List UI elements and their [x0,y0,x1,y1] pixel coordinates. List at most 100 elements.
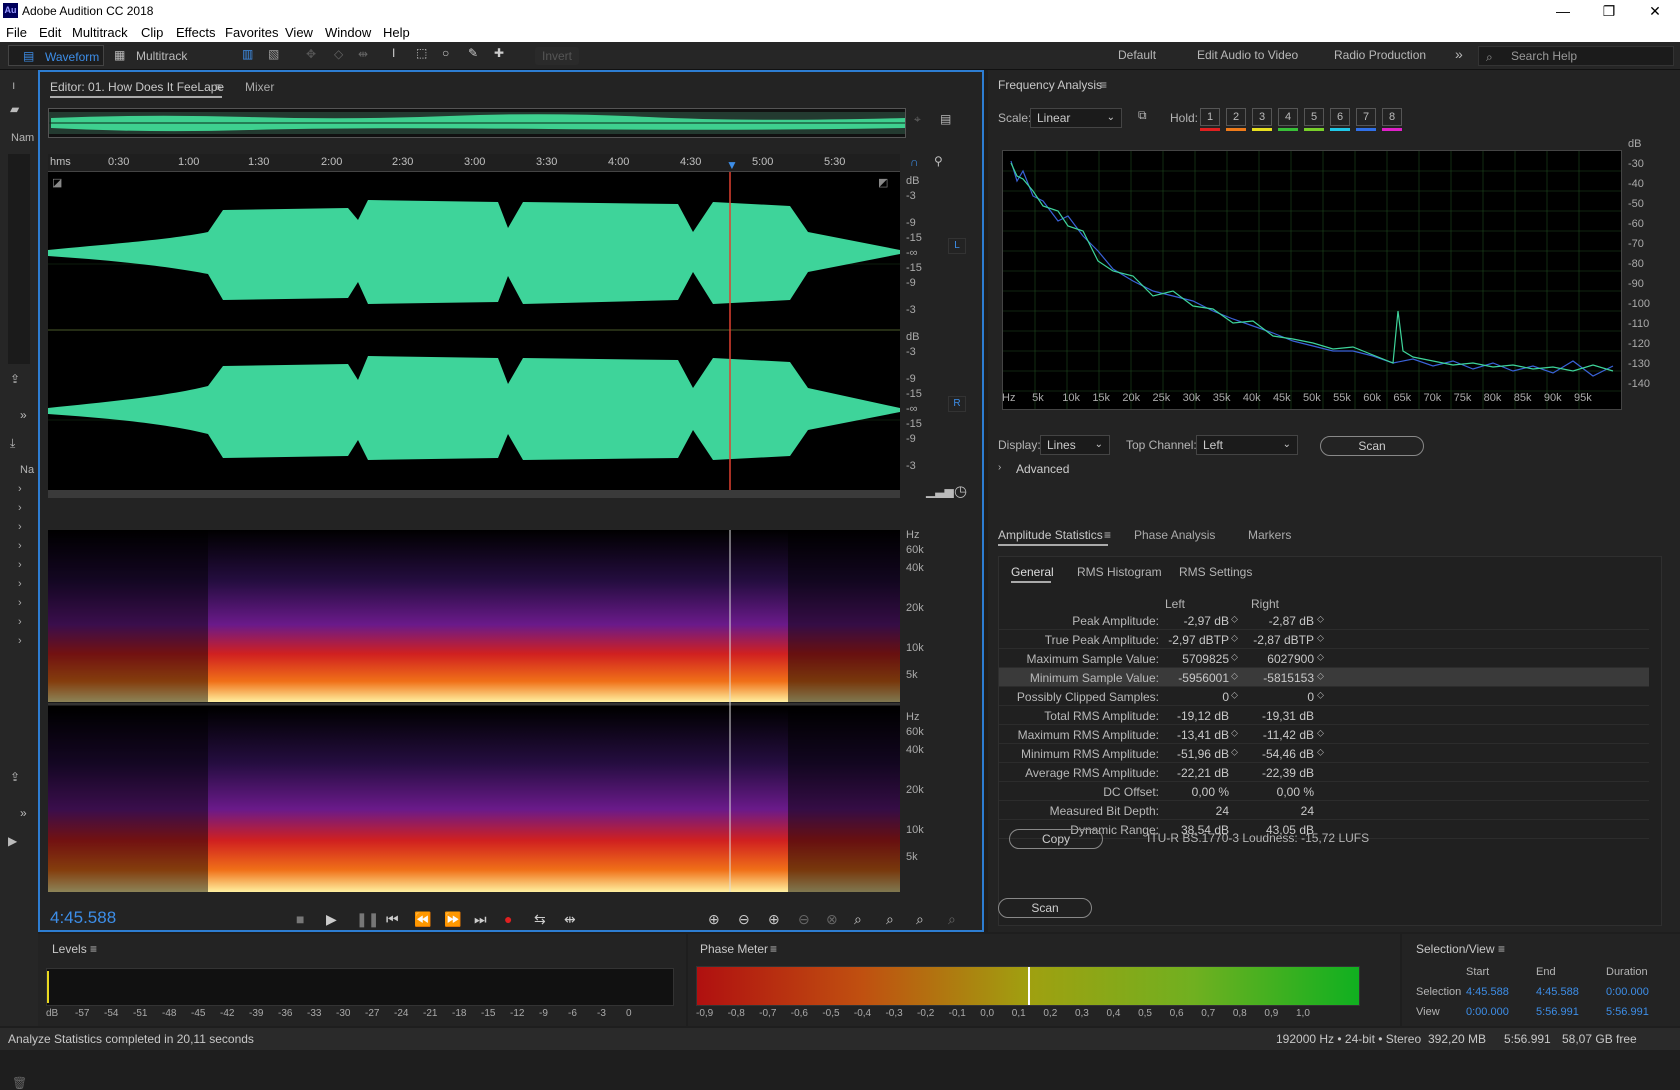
go-to-marker-icon[interactable]: ⬦ [1231,614,1238,625]
selview-menu-icon[interactable]: ≡ [1498,942,1505,956]
pause-icon[interactable]: ❚❚ [356,911,379,928]
tab-phase-analysis[interactable]: Phase Analysis [1134,528,1215,542]
zoom-out-point-icon[interactable]: ⌕ [886,911,894,928]
menu-help[interactable]: Help [383,25,410,40]
editor-tab[interactable]: Editor: 01. How Does It FeeLape [50,80,224,94]
go-to-marker-icon[interactable]: ⬦ [1317,614,1324,625]
top-channel-dropdown[interactable]: Left ⌄ [1196,435,1298,455]
effects-rack-arrows[interactable]: › › › › › › › › › [18,480,22,651]
go-to-marker-icon[interactable]: ⬦ [1317,690,1324,701]
frequency-scan-button[interactable]: Scan [1320,436,1424,456]
spectral-divider[interactable] [48,490,900,498]
display-dropdown[interactable]: Lines ⌄ [1040,435,1110,455]
frequency-menu-icon[interactable]: ≡ [1100,78,1107,92]
view-end[interactable]: 5:56.991 [1536,1006,1579,1018]
lasso-icon[interactable]: ○ [442,46,449,60]
workspace-default[interactable]: Default [1118,48,1156,62]
zoom-navigator-icon[interactable]: ⌖ [914,112,921,127]
frequency-graph[interactable] [1002,150,1622,410]
move-tool-icon[interactable]: ✥ [306,47,316,61]
next-icon[interactable]: ⏭ [474,911,487,928]
zoom-selection-icon[interactable]: ⌕ [916,911,924,928]
menu-effects[interactable]: Effects [176,25,216,40]
stat-row[interactable]: True Peak Amplitude: -2,97 dBTP -2,87 dBTP… [999,630,1649,649]
rewind-icon[interactable]: ⏪ [414,911,431,928]
menu-multitrack[interactable]: Multitrack [72,25,128,40]
zoom-out-amplitude-icon[interactable]: ⊖ [738,911,750,928]
expand-panel-icon[interactable]: » [20,408,27,422]
fade-in-handle-icon[interactable]: ◪ [52,176,62,189]
phase-menu-icon[interactable]: ≡ [770,942,777,956]
previous-icon[interactable]: ⏮ [386,911,399,928]
stat-row[interactable]: Maximum RMS Amplitude: -13,41 dB -11,42 dB… [999,725,1649,744]
menu-favorites[interactable]: Favorites [225,25,278,40]
razor-tool-icon[interactable]: ◇ [334,47,343,61]
go-to-marker-icon[interactable]: ⬦ [1231,690,1238,701]
selection-start[interactable]: 4:45.588 [1466,986,1509,998]
open-file-icon[interactable]: ▰ [10,102,19,116]
go-to-marker-icon[interactable]: ⬦ [1231,728,1238,739]
subtab-general[interactable]: General [1011,565,1054,579]
go-to-marker-icon[interactable]: ⬦ [1317,728,1324,739]
selection-duration[interactable]: 0:00.000 [1606,986,1649,998]
play-icon[interactable]: ▶ [326,911,337,928]
stat-row[interactable]: Measured Bit Depth: 24 24 [999,801,1649,820]
zoom-in-amplitude-icon[interactable]: ⊕ [708,911,720,928]
advanced-toggle[interactable]: Advanced [1016,462,1069,476]
overview-settings-icon[interactable]: ▤ [940,112,951,126]
spectral-display[interactable] [48,530,900,892]
stat-row[interactable]: Possibly Clipped Samples: 0 0 ⬦ ⬦ [999,687,1649,706]
go-to-marker-icon[interactable]: ⬦ [1231,747,1238,758]
skip-selection-icon[interactable]: ⇹ [564,911,576,928]
waveform-view-button[interactable]: ▤ Waveform [8,45,104,66]
snap-icon[interactable]: ∩ [910,155,919,169]
overview-waveform[interactable] [48,108,906,138]
view-duration[interactable]: 5:56.991 [1606,1006,1649,1018]
workspace-edit-audio-video[interactable]: Edit Audio to Video [1197,48,1298,62]
channel-right-toggle[interactable]: R [948,396,966,412]
hold-5-button[interactable]: 5 [1304,108,1324,126]
copy-button[interactable]: Copy [1009,829,1103,849]
mixer-tab[interactable]: Mixer [245,80,274,94]
hold-3-button[interactable]: 3 [1252,108,1272,126]
time-ruler[interactable]: hms 0:30 1:00 1:30 2:00 2:30 3:00 3:30 4… [48,154,900,172]
stat-row[interactable]: Minimum RMS Amplitude: -51,96 dB -54,46 dB… [999,744,1649,763]
trash-icon[interactable]: 🗑 [12,1076,27,1090]
stat-row[interactable]: Total RMS Amplitude: -19,12 dB -19,31 dB [999,706,1649,725]
brush-icon[interactable]: ✎ [468,46,478,60]
menu-view[interactable]: View [285,25,313,40]
go-to-marker-icon[interactable]: ⬦ [1231,671,1238,682]
go-to-marker-icon[interactable]: ⬦ [1231,652,1238,663]
go-to-marker-icon[interactable]: ⬦ [1317,633,1324,644]
selection-end[interactable]: 4:45.588 [1536,986,1579,998]
tab-markers[interactable]: Markers [1248,528,1291,542]
play-preview-icon[interactable]: ▶ [8,834,17,848]
minimize-button[interactable]: — [1540,0,1586,22]
subtab-rms-histogram[interactable]: RMS Histogram [1077,565,1162,579]
time-selection-icon[interactable]: I [392,46,395,60]
zoom-in-point-icon[interactable]: ⌕ [854,911,862,928]
linked-icon[interactable]: ⧉ [1138,108,1147,123]
hold-2-button[interactable]: 2 [1226,108,1246,126]
menu-file[interactable]: File [6,25,27,40]
invert-button[interactable]: Invert [535,47,579,65]
expand-panel-icon-2[interactable]: » [20,806,27,820]
spectral-pitch-icon[interactable]: ▧ [268,47,279,61]
menu-clip[interactable]: Clip [141,25,163,40]
zoom-in-time-icon[interactable]: ⊕ [768,911,780,928]
go-to-marker-icon[interactable]: ⬦ [1317,652,1324,663]
amplitude-scan-button[interactable]: Scan [998,898,1092,918]
workspace-radio-production[interactable]: Radio Production [1334,48,1426,62]
stop-icon[interactable]: ■ [296,911,304,927]
go-to-marker-icon[interactable]: ⬦ [1231,633,1238,644]
fade-out-handle-icon[interactable]: ◩ [878,176,888,189]
marker-pin-icon[interactable]: ⚲ [934,154,943,168]
zoom-out-time-icon[interactable]: ⊖ [798,911,810,928]
record-icon[interactable]: ● [504,911,512,927]
spectral-range-icon[interactable]: ◷ [954,482,967,500]
files-list[interactable] [8,154,30,364]
loop-icon[interactable]: ⇆ [534,911,546,928]
hold-8-button[interactable]: 8 [1382,108,1402,126]
stat-row[interactable]: Average RMS Amplitude: -22,21 dB -22,39 dB [999,763,1649,782]
menu-window[interactable]: Window [325,25,371,40]
